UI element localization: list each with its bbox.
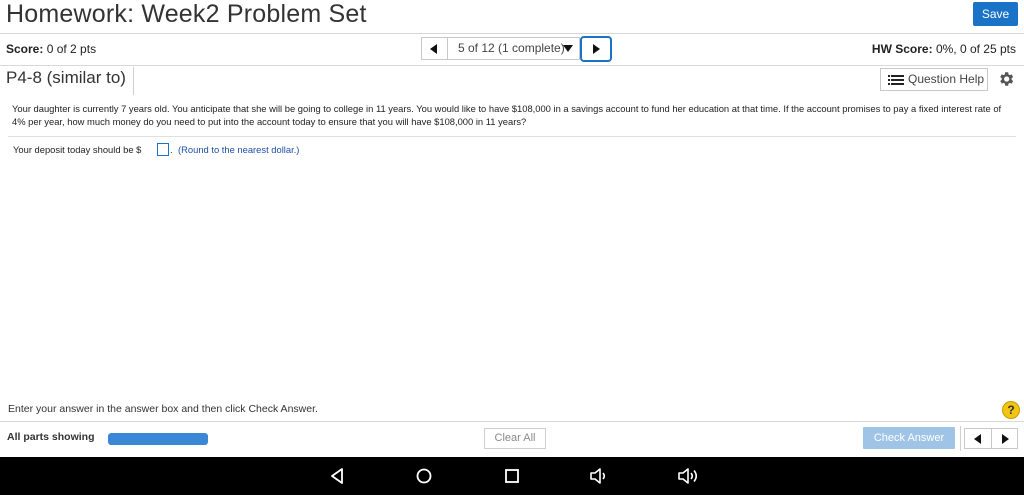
instruction-text: Enter your answer in the answer box and …	[8, 403, 318, 415]
android-nav-bar	[0, 457, 1024, 495]
score-value: 0 of 2 pts	[46, 42, 97, 56]
next-part-button[interactable]	[992, 429, 1018, 448]
save-button[interactable]: Save	[973, 2, 1018, 26]
arrow-left-icon	[430, 44, 437, 54]
part-pager	[964, 428, 1018, 449]
question-text: Your daughter is currently 7 years old. …	[12, 103, 1002, 127]
list-icon	[888, 75, 904, 85]
previous-question-button[interactable]	[421, 37, 447, 60]
home-icon[interactable]	[415, 467, 433, 485]
parts-showing-label: All parts showing	[7, 431, 95, 443]
gear-icon[interactable]	[997, 70, 1015, 88]
help-icon[interactable]: ?	[1002, 401, 1020, 419]
scorebar-divider	[0, 65, 1024, 66]
check-answer-button[interactable]: Check Answer	[863, 427, 955, 449]
score: Score: 0 of 2 pts	[6, 42, 96, 56]
deposit-suffix: .	[170, 144, 173, 155]
footer-divider	[0, 421, 1024, 422]
round-note: (Round to the nearest dollar.)	[178, 144, 300, 155]
deposit-answer-input[interactable]	[157, 143, 169, 156]
hw-score-value: 0%, 0 of 25 pts	[935, 42, 1016, 56]
problem-id-separator	[133, 67, 134, 95]
parts-progress-fill	[108, 433, 208, 445]
arrow-left-icon	[974, 434, 981, 444]
volume-down-icon[interactable]	[588, 466, 610, 486]
question-navigator-dropdown[interactable]: 5 of 12 (1 complete)	[447, 37, 580, 60]
header-divider	[0, 33, 1024, 34]
back-icon[interactable]	[328, 467, 346, 485]
score-label: Score:	[6, 42, 44, 56]
hw-score-label: HW Score:	[871, 42, 933, 56]
clear-all-button[interactable]: Clear All	[484, 428, 546, 449]
question-navigator-label: 5 of 12 (1 complete)	[458, 41, 565, 55]
hw-score: HW Score: 0%, 0 of 25 pts	[872, 42, 1016, 56]
previous-part-button[interactable]	[965, 429, 991, 448]
footer-separator	[960, 426, 961, 451]
volume-up-icon[interactable]	[676, 466, 700, 486]
arrow-right-icon	[593, 44, 600, 54]
page-title: Homework: Week2 Problem Set	[6, 0, 367, 28]
deposit-prompt: Your deposit today should be $	[13, 144, 142, 155]
problem-id: P4-8 (similar to)	[6, 68, 126, 87]
recents-icon[interactable]	[503, 467, 521, 485]
next-question-button[interactable]	[580, 36, 612, 62]
chevron-down-icon	[563, 45, 573, 52]
parts-progress-bar	[108, 433, 208, 445]
arrow-right-icon	[1002, 434, 1009, 444]
question-divider	[8, 136, 1016, 137]
